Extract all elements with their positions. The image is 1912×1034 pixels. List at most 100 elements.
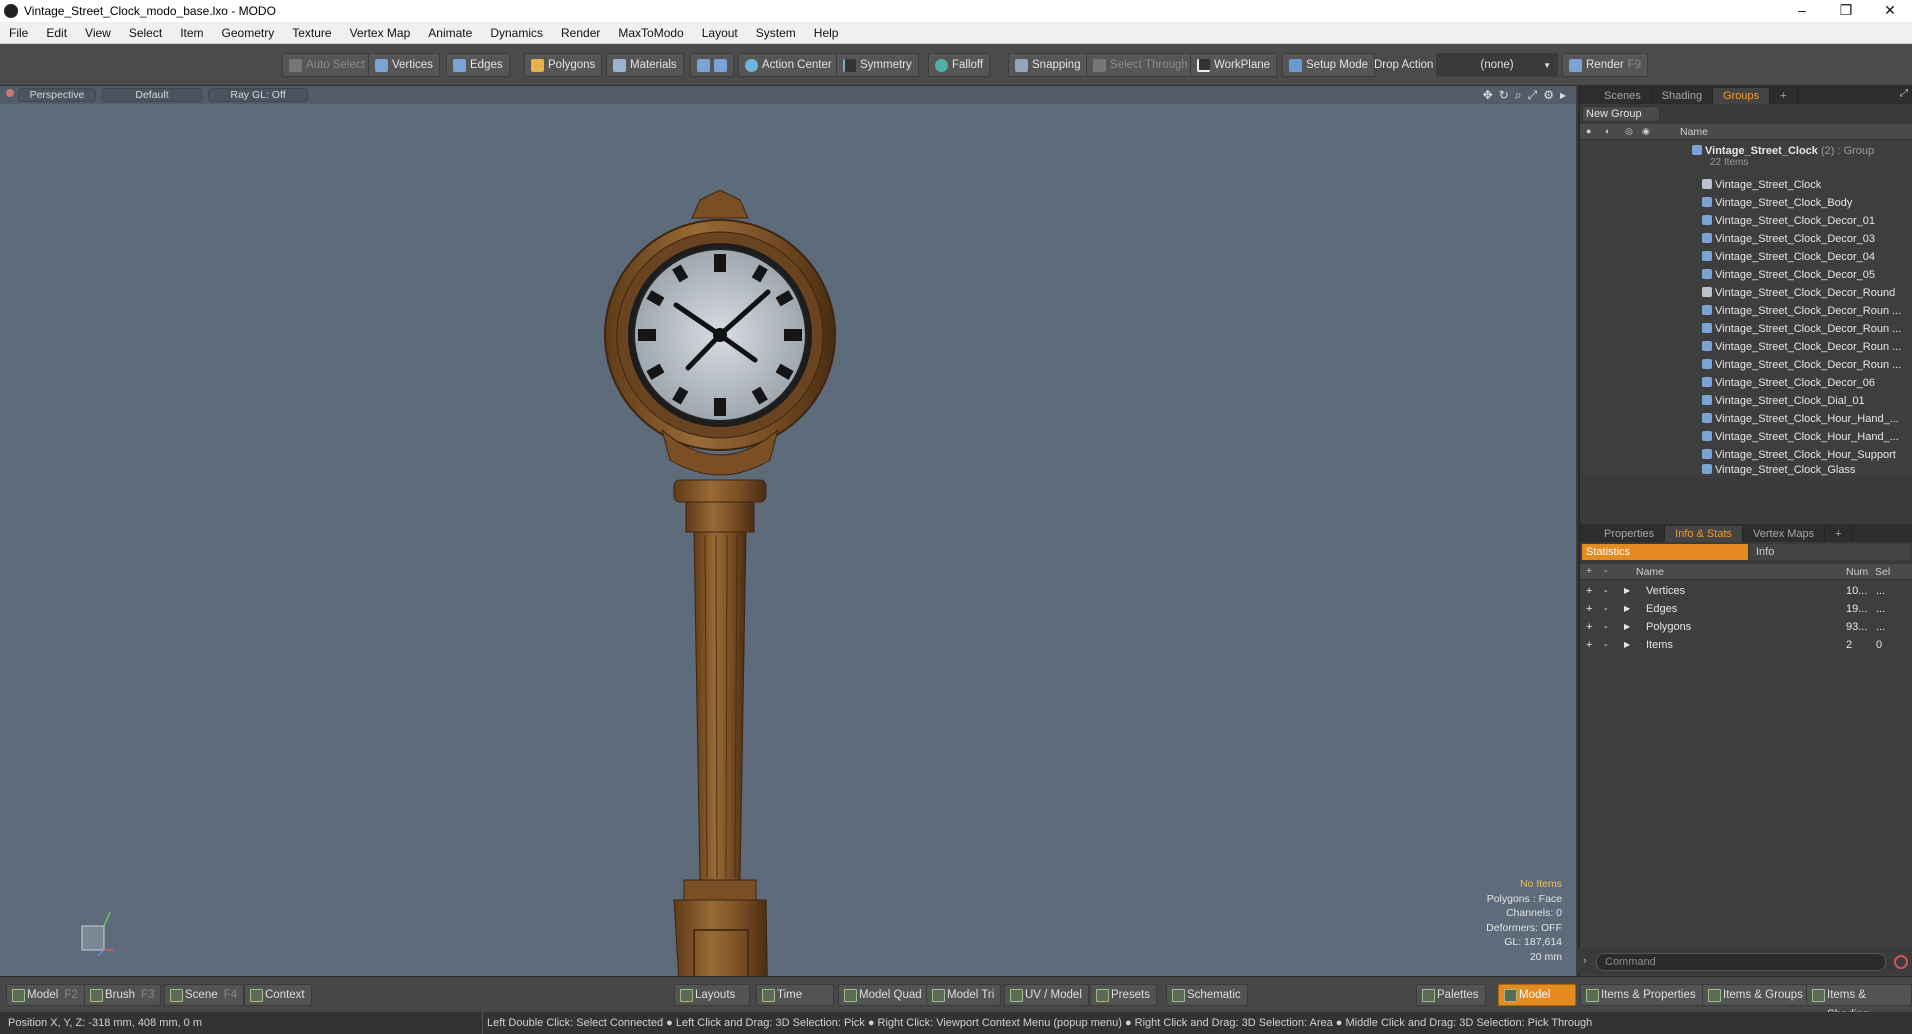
stats-row-edges[interactable]: + - ▶ Edges 19...... [1580,600,1912,618]
select-through-button[interactable]: Select Through [1086,53,1195,77]
tree-item[interactable]: Vintage_Street_Clock_Decor_Round [1580,284,1912,302]
raygl-button[interactable]: Ray GL: Off [208,88,308,102]
tree-item[interactable]: Vintage_Street_Clock_Decor_Roun ... [1580,320,1912,338]
tab-properties[interactable]: Properties [1594,526,1666,542]
3d-viewport[interactable]: Perspective Default Ray GL: Off ✥ ↻ ⌕ ⤢ … [0,86,1576,1032]
menu-view[interactable]: View [76,26,120,40]
clock-model[interactable] [590,190,850,1032]
materials-button[interactable]: Materials [606,53,684,77]
tab-vertex-maps[interactable]: Vertex Maps [1743,526,1826,542]
tree-item[interactable]: Vintage_Street_Clock_Hour_Hand_... [1580,428,1912,446]
select-toggle-icon[interactable]: ◉ [1642,126,1650,137]
model-quad-button[interactable]: Model Quad [838,984,929,1006]
menu-animate[interactable]: Animate [419,26,481,40]
menu-help[interactable]: Help [805,26,848,40]
move-view-icon[interactable]: ✥ [1483,88,1493,103]
command-input[interactable]: Command [1596,953,1886,971]
viewport-options-icon[interactable] [6,89,14,97]
tree-item[interactable]: Vintage_Street_Clock_Decor_04 [1580,248,1912,266]
scene-mode-button[interactable]: Scene F4 [164,984,245,1006]
context-mode-button[interactable]: Context [244,984,312,1006]
zoom-view-icon[interactable]: ⌕ [1515,88,1522,103]
expand-all-icon[interactable]: + [1586,565,1592,577]
model-tri-button[interactable]: Model Tri [926,984,1002,1006]
layouts-button[interactable]: Layouts [674,984,750,1006]
brush-mode-button[interactable]: Brush F3 [84,984,162,1006]
tree-item[interactable]: Vintage_Street_Clock_Hour_Hand_... [1580,410,1912,428]
tree-item[interactable]: Vintage_Street_Clock_Decor_Roun ... [1580,338,1912,356]
menu-vertex-map[interactable]: Vertex Map [341,26,420,40]
edges-button[interactable]: Edges [446,53,510,77]
gear-icon[interactable]: ⚙ [1543,88,1554,103]
tree-item[interactable]: Vintage_Street_Clock_Decor_Roun ... [1580,302,1912,320]
stats-row-items[interactable]: + - ▶ Items 2 0 [1580,636,1912,654]
minimize-button[interactable]: – [1780,0,1824,22]
uv-model-button[interactable]: UV / Model [1004,984,1089,1006]
menu-texture[interactable]: Texture [283,26,340,40]
menu-dynamics[interactable]: Dynamics [481,26,552,40]
record-icon[interactable] [1894,955,1908,969]
stats-row-polygons[interactable]: + - ▶ Polygons 93...... [1580,618,1912,636]
falloff-button[interactable]: Falloff [928,53,991,77]
tab-scenes[interactable]: Scenes [1594,88,1652,104]
render-button[interactable]: Render F9 [1562,53,1649,77]
tree-item[interactable]: Vintage_Street_Clock_Decor_06 [1580,374,1912,392]
items-properties-button[interactable]: Items & Properties [1580,984,1703,1006]
tab-groups[interactable]: Groups [1713,88,1771,104]
vertices-button[interactable]: Vertices [368,53,440,77]
auto-select-button[interactable]: Auto Select [282,53,372,77]
new-group-button[interactable]: New Group [1582,106,1660,122]
menu-edit[interactable]: Edit [37,26,76,40]
shading-mode-button[interactable]: Default [102,88,202,102]
action-center-button[interactable]: Action Center [738,53,839,77]
tree-item[interactable]: Vintage_Street_Clock_Hour_Support [1580,446,1912,464]
presets-button[interactable]: Presets [1090,984,1157,1006]
setup-mode-button[interactable]: Setup Mode [1282,53,1376,77]
items-groups-button[interactable]: Items & Groups [1702,984,1810,1006]
render-toggle-icon[interactable]: ◐ [1605,126,1610,136]
tree-item[interactable]: Vintage_Street_Clock_Decor_01 [1580,212,1912,230]
restore-button[interactable]: ❐ [1824,0,1868,22]
tab-info-stats[interactable]: Info & Stats [1665,526,1744,542]
menu-maxtomodo[interactable]: MaxToModo [609,26,692,40]
view-type-button[interactable]: Perspective [18,88,96,102]
tree-item[interactable]: Vintage_Street_Clock_Glass [1580,464,1912,476]
menu-render[interactable]: Render [552,26,609,40]
lock-icon[interactable]: ◎ [1625,126,1633,137]
play-icon[interactable]: ▸ [1560,88,1566,103]
snapping-button[interactable]: Snapping [1008,53,1088,77]
expand-panel-icon[interactable]: ⤢ [1900,88,1908,99]
stats-row-vertices[interactable]: + - ▶ Vertices 10...... [1580,582,1912,600]
menu-system[interactable]: System [747,26,805,40]
panel-options-icon[interactable] [1580,526,1594,542]
tree-item[interactable]: Vintage_Street_Clock_Decor_05 [1580,266,1912,284]
group-row[interactable]: Vintage_Street_Clock (2) : Group 22 Item… [1580,142,1912,172]
schematic-button[interactable]: Schematic [1166,984,1248,1006]
rotate-view-icon[interactable]: ↻ [1499,88,1509,103]
tab-shading[interactable]: Shading [1652,88,1714,104]
info-subtab[interactable]: Info [1750,544,1910,560]
drop-action-select[interactable]: (none) ▼ [1436,53,1558,77]
tree-item[interactable]: Vintage_Street_Clock_Decor_Roun ... [1580,356,1912,374]
statistics-subtab[interactable]: Statistics [1582,544,1748,560]
panel-options-icon[interactable] [1580,88,1594,104]
polygons-button[interactable]: Polygons [524,53,603,77]
tree-item[interactable]: Vintage_Street_Clock_Decor_03 [1580,230,1912,248]
workplane-button[interactable]: WorkPlane [1190,53,1278,77]
menu-item[interactable]: Item [171,26,212,40]
model-mode-button[interactable]: Model F2 [6,984,85,1006]
time-layout-button[interactable]: Time [756,984,834,1006]
tree-item[interactable]: Vintage_Street_Clock_Dial_01 [1580,392,1912,410]
model-layout-button[interactable]: Model [1498,984,1576,1006]
menu-file[interactable]: File [0,26,37,40]
menu-geometry[interactable]: Geometry [213,26,284,40]
selection-sets-button[interactable] [690,53,734,77]
add-tab-icon[interactable]: + [1770,88,1798,104]
palettes-button[interactable]: Palettes [1416,984,1486,1006]
eye-icon[interactable]: ● [1586,126,1591,136]
items-shading-button[interactable]: Items & Shading [1806,984,1912,1021]
collapse-all-icon[interactable]: - [1604,565,1608,577]
fit-view-icon[interactable]: ⤢ [1528,88,1538,103]
symmetry-button[interactable]: Symmetry [836,53,919,77]
menu-select[interactable]: Select [120,26,171,40]
